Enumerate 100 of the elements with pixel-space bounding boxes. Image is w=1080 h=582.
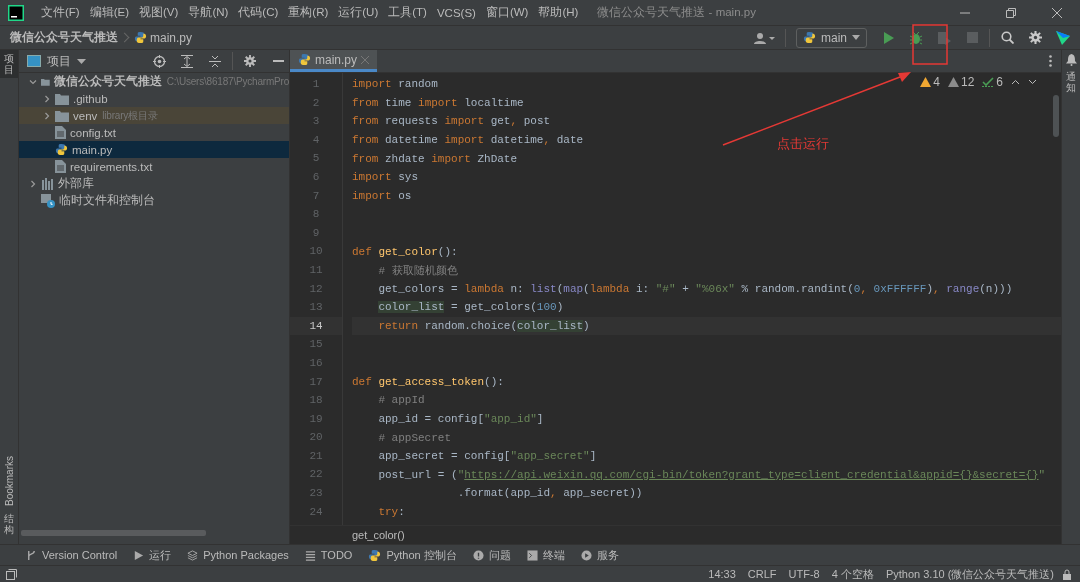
code-line: def get_access_token():: [352, 375, 504, 388]
user-icon[interactable]: [754, 31, 776, 44]
weak-warning-count[interactable]: 12: [947, 75, 975, 89]
tree-item[interactable]: 临时文件和控制台: [19, 192, 289, 209]
line-number: 1: [311, 77, 321, 92]
collapse-all-icon[interactable]: [209, 54, 221, 68]
tool-window-button[interactable]: Version Control: [20, 549, 124, 561]
list-icon: [304, 549, 316, 561]
run-configuration-dropdown[interactable]: main: [796, 27, 867, 48]
code-line: import os: [352, 189, 412, 202]
expand-all-icon[interactable]: [181, 54, 193, 68]
code-line: get_colors = lambda n: list(map(lambda i: "#" + "%06x" % random.randint(0, 0xFFFFFF), range(n))): [377, 282, 1013, 295]
code-line: from requests import get, post: [352, 115, 551, 128]
status-item[interactable]: Python 3.10 (微信公众号天气推送): [879, 566, 1060, 582]
more-icon[interactable]: [1048, 55, 1052, 67]
line-number: 13: [308, 300, 324, 316]
menu-item[interactable]: 运行(U): [333, 5, 384, 20]
menu-item[interactable]: 导航(N): [183, 5, 234, 20]
lock-icon[interactable]: [1062, 568, 1072, 580]
menu-item[interactable]: 重构(R): [283, 5, 334, 20]
services-icon: [580, 549, 592, 561]
menu-item[interactable]: 视图(V): [134, 5, 184, 20]
window-icon: [27, 55, 41, 67]
breadcrumb-item[interactable]: 微信公众号天气推送: [10, 29, 118, 46]
menu-item[interactable]: VCS(S): [431, 6, 481, 19]
text-file-icon: [55, 126, 66, 139]
bug-icon[interactable]: [910, 30, 922, 45]
item-label: 微信公众号天气推送: [53, 74, 162, 89]
menu-item[interactable]: 窗口(W): [480, 5, 534, 20]
tool-window-button[interactable]: 终端: [520, 547, 571, 563]
warning-icon: [920, 77, 932, 87]
restore-icon[interactable]: [1006, 7, 1016, 18]
menu-item[interactable]: 编辑(E): [84, 5, 135, 20]
settings-icon[interactable]: [1028, 31, 1042, 44]
check-icon: [982, 77, 995, 87]
structure-tool-tab[interactable]: 结构: [0, 510, 18, 538]
tool-window-button[interactable]: 问题: [466, 547, 517, 563]
python-console-icon: [368, 548, 382, 562]
scrollbar[interactable]: [1053, 95, 1059, 137]
tree-item[interactable]: 外部库: [19, 175, 289, 192]
bell-icon[interactable]: [1065, 54, 1077, 66]
line-number: 24: [308, 504, 324, 520]
status-item[interactable]: UTF-8: [782, 568, 826, 580]
line-number: 11: [308, 262, 324, 278]
search-icon[interactable]: [1000, 31, 1014, 44]
line-number: 21: [308, 448, 324, 464]
code-line: from zhdate import ZhDate: [352, 152, 518, 165]
code-line: # appSecret: [377, 431, 452, 444]
code-breadcrumb[interactable]: get_color(): [352, 529, 405, 541]
tree-item[interactable]: config.txt: [19, 124, 289, 141]
folder-icon: [55, 92, 69, 105]
warning-count[interactable]: 4: [920, 75, 940, 89]
tree-item[interactable]: main.py: [19, 141, 289, 158]
terminal-icon: [526, 549, 538, 561]
breadcrumb-item[interactable]: main.py: [150, 30, 193, 45]
typo-count[interactable]: 6: [982, 75, 1003, 89]
toolbox-logo-icon[interactable]: [1056, 30, 1070, 45]
python-icon: [803, 31, 816, 44]
layers-icon: [187, 549, 199, 561]
code-line: app_id = config["app_id"]: [377, 413, 544, 425]
tree-item[interactable]: 微信公众号天气推送 C:\Users\86187\PycharmPro: [19, 73, 289, 90]
tool-window-button[interactable]: Python 控制台: [362, 547, 463, 563]
status-item[interactable]: CRLF: [741, 568, 783, 580]
tool-window-button[interactable]: 运行: [127, 547, 178, 563]
tool-window-button[interactable]: 服务: [574, 547, 625, 563]
code-line: color_list = get_colors(100): [377, 301, 564, 314]
item-label: venv: [73, 109, 98, 122]
tree-item[interactable]: requirements.txt: [19, 158, 289, 175]
caret-icon[interactable]: [77, 58, 86, 64]
close-icon[interactable]: [1052, 7, 1062, 18]
tree-item[interactable]: .github: [19, 90, 289, 107]
tool-window-button[interactable]: Python Packages: [181, 549, 295, 561]
bookmarks-tool-tab[interactable]: Bookmarks: [3, 452, 15, 510]
code-line: from datetime import datetime, date: [352, 134, 584, 147]
run-icon[interactable]: [882, 31, 894, 44]
menu-item[interactable]: 帮助(H): [533, 5, 584, 20]
layout-icon[interactable]: [6, 568, 17, 580]
next-icon[interactable]: [1028, 79, 1037, 85]
line-number: 2: [311, 95, 321, 111]
python-file-icon: [134, 31, 147, 44]
scrollbar[interactable]: [21, 530, 206, 536]
notifications-tool-tab[interactable]: 通知: [1062, 68, 1080, 96]
menu-item[interactable]: 代码(C): [233, 5, 284, 20]
highlight-frame: [912, 24, 948, 65]
caret-icon: [852, 35, 860, 40]
locate-icon[interactable]: [152, 54, 166, 68]
status-item[interactable]: 4 个空格: [825, 566, 880, 582]
minimize-icon[interactable]: [960, 11, 970, 14]
line-number: 16: [308, 355, 324, 371]
project-tool-tab[interactable]: 项目: [0, 50, 18, 78]
tool-window-button[interactable]: TODO: [298, 549, 359, 561]
code-line: import sys: [352, 171, 419, 184]
text-file-icon: [55, 160, 66, 173]
editor-tab[interactable]: main.py: [290, 50, 378, 72]
menu-item[interactable]: 文件(F): [36, 5, 85, 20]
previous-icon[interactable]: [1011, 79, 1020, 85]
menu-item[interactable]: 工具(T): [383, 5, 432, 20]
item-label: 临时文件和控制台: [59, 193, 155, 208]
settings-icon[interactable]: [244, 55, 256, 67]
status-item[interactable]: 14:33: [702, 568, 742, 580]
